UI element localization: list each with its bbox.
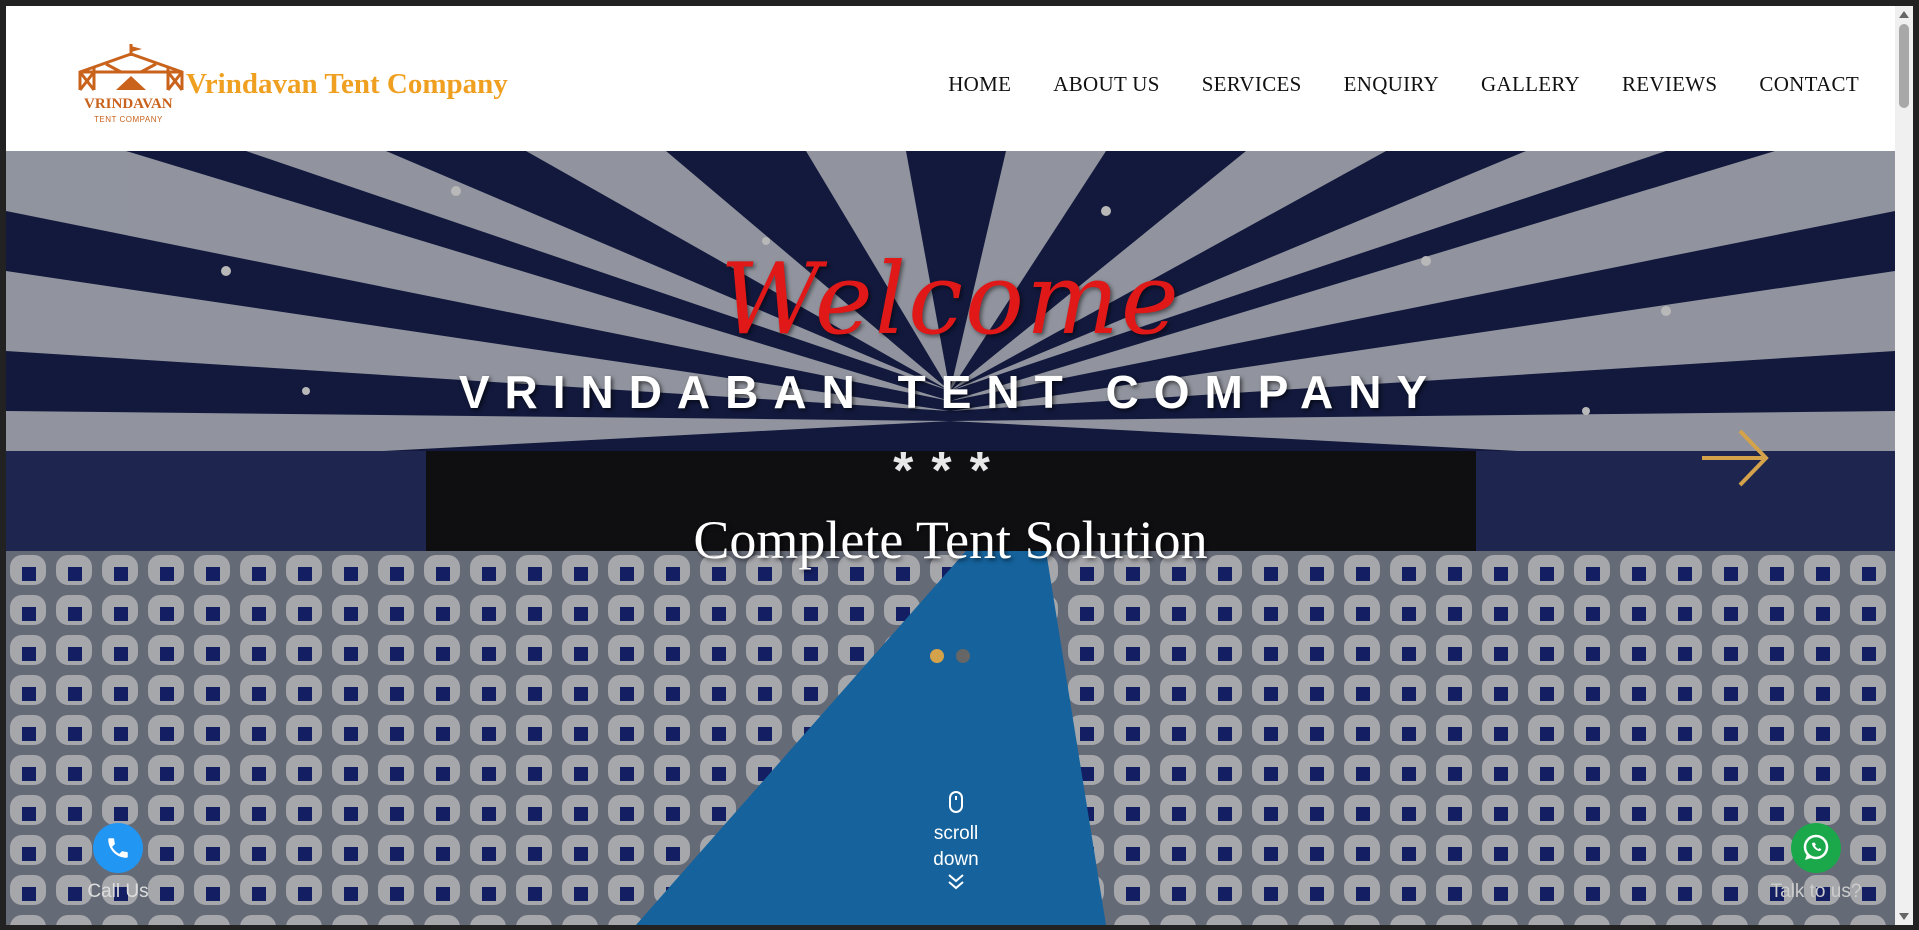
call-button[interactable] — [93, 823, 143, 873]
slider-pagination — [930, 649, 970, 663]
scroll-down-arrow-icon[interactable] — [1899, 913, 1909, 920]
whatsapp-widget[interactable]: Talk to us? — [1766, 823, 1866, 903]
whatsapp-icon — [1803, 834, 1829, 860]
nav-enquiry[interactable]: ENQUIRY — [1344, 72, 1439, 97]
mouse-icon — [949, 791, 963, 813]
call-us-label: Call Us — [87, 881, 149, 902]
whatsapp-button[interactable] — [1791, 823, 1841, 873]
nav-gallery[interactable]: GALLERY — [1481, 72, 1580, 97]
scroll-up-arrow-icon[interactable] — [1899, 11, 1909, 18]
nav-services[interactable]: SERVICES — [1202, 72, 1302, 97]
hero-slider: Welcome VRINDABAN TENT COMPANY *** Compl… — [6, 151, 1895, 925]
site-logo[interactable]: VRINDAVAN TENT COMPANY — [76, 42, 186, 136]
page-scrollbar[interactable] — [1895, 6, 1913, 925]
scroll-label-line2: down — [933, 849, 979, 870]
scrollbar-thumb[interactable] — [1899, 24, 1909, 108]
main-navigation: HOME ABOUT US SERVICES ENQUIRY GALLERY R… — [948, 72, 1859, 97]
hero-stars-divider: *** — [893, 442, 1008, 500]
slider-next-arrow-icon[interactable] — [1700, 423, 1770, 493]
hero-company-name: VRINDABAN TENT COMPANY — [458, 366, 1443, 418]
logo-subtitle: TENT COMPANY — [94, 115, 163, 124]
scroll-down-indicator[interactable]: scroll down — [916, 791, 996, 899]
brand-name[interactable]: Vrindavan Tent Company — [186, 68, 508, 101]
double-chevron-down-icon — [948, 874, 964, 890]
whatsapp-label: Talk to us? — [1770, 881, 1862, 902]
call-us-widget[interactable]: Call Us — [68, 823, 168, 903]
nav-home[interactable]: HOME — [948, 72, 1011, 97]
site-header: VRINDAVAN TENT COMPANY Vrindavan Tent Co… — [6, 6, 1895, 151]
hero-welcome-text: Welcome — [720, 243, 1181, 357]
scroll-label-line1: scroll — [933, 823, 979, 844]
browser-viewport: VRINDAVAN TENT COMPANY Vrindavan Tent Co… — [6, 6, 1895, 925]
slider-dot-1[interactable] — [930, 649, 944, 663]
slider-dot-2[interactable] — [956, 649, 970, 663]
nav-reviews[interactable]: REVIEWS — [1622, 72, 1717, 97]
tent-logo-icon — [78, 44, 184, 91]
nav-contact[interactable]: CONTACT — [1759, 72, 1859, 97]
nav-about-us[interactable]: ABOUT US — [1053, 72, 1159, 97]
hero-tagline: Complete Tent Solution — [693, 510, 1208, 570]
logo-title: VRINDAVAN — [84, 96, 173, 112]
phone-icon — [108, 838, 128, 858]
